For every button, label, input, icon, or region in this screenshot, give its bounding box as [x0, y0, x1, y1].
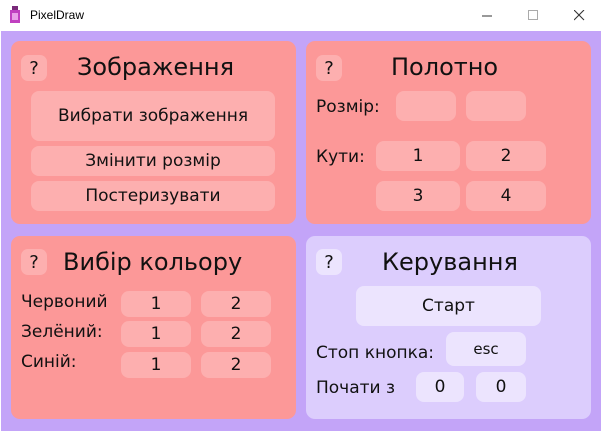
size-width-field[interactable]: [396, 91, 456, 121]
color-help-button[interactable]: ?: [21, 249, 47, 275]
size-height-field[interactable]: [466, 91, 526, 121]
red-label: Червоний: [21, 292, 108, 312]
size-label: Розмір:: [316, 97, 380, 117]
choose-image-button[interactable]: Вибрати зображення: [31, 91, 275, 141]
control-panel-title: Керування: [382, 248, 518, 276]
minimize-icon: [481, 15, 492, 17]
minimize-button[interactable]: [464, 0, 510, 31]
canvas-panel: ? Полотно Розмір: Кути: 1 2 3 4: [306, 41, 591, 224]
start-button[interactable]: Старт: [356, 286, 541, 326]
pixeldraw-app-icon: [10, 6, 20, 23]
blue-label: Синій:: [21, 352, 77, 372]
corners-label: Кути:: [316, 147, 365, 167]
start-from-x-field[interactable]: 0: [416, 372, 464, 402]
color-panel: ? Вибір кольору Червоний 1 2 Зелёний: 1 …: [11, 236, 296, 419]
corner-4-button[interactable]: 4: [466, 181, 546, 211]
green-label: Зелёний:: [21, 322, 103, 342]
corner-1-button[interactable]: 1: [376, 141, 460, 171]
red-1-button[interactable]: 1: [121, 291, 191, 317]
blue-1-button[interactable]: 1: [121, 352, 191, 378]
green-2-button[interactable]: 2: [201, 321, 271, 347]
canvas-help-button[interactable]: ?: [316, 55, 342, 81]
app-client-area: ? Зображення Вибрати зображення Змінити …: [1, 31, 601, 431]
corner-3-button[interactable]: 3: [376, 181, 460, 211]
window-title: PixelDraw: [30, 8, 85, 22]
image-panel: ? Зображення Вибрати зображення Змінити …: [11, 41, 296, 224]
blue-2-button[interactable]: 2: [201, 352, 271, 378]
posterize-button[interactable]: Постеризувати: [31, 181, 275, 211]
red-2-button[interactable]: 2: [201, 291, 271, 317]
control-help-button[interactable]: ?: [316, 249, 342, 275]
start-from-y-field[interactable]: 0: [476, 372, 526, 402]
control-panel: ? Керування Старт Стоп кнопка: esc Почат…: [306, 236, 591, 419]
close-icon: [573, 10, 584, 21]
color-panel-title: Вибір кольору: [63, 248, 243, 276]
green-1-button[interactable]: 1: [121, 321, 191, 347]
close-button[interactable]: [556, 0, 602, 31]
maximize-icon: [527, 10, 538, 20]
resize-button[interactable]: Змінити розмір: [31, 146, 275, 176]
stop-key-label: Стоп кнопка:: [316, 343, 435, 363]
canvas-panel-title: Полотно: [391, 53, 499, 81]
corner-2-button[interactable]: 2: [466, 141, 546, 171]
maximize-button[interactable]: [510, 0, 556, 31]
title-bar: PixelDraw: [0, 0, 602, 31]
start-from-label: Почати з: [316, 378, 396, 398]
stop-key-field[interactable]: esc: [446, 332, 526, 366]
image-help-button[interactable]: ?: [21, 55, 47, 81]
image-panel-title: Зображення: [77, 53, 235, 81]
